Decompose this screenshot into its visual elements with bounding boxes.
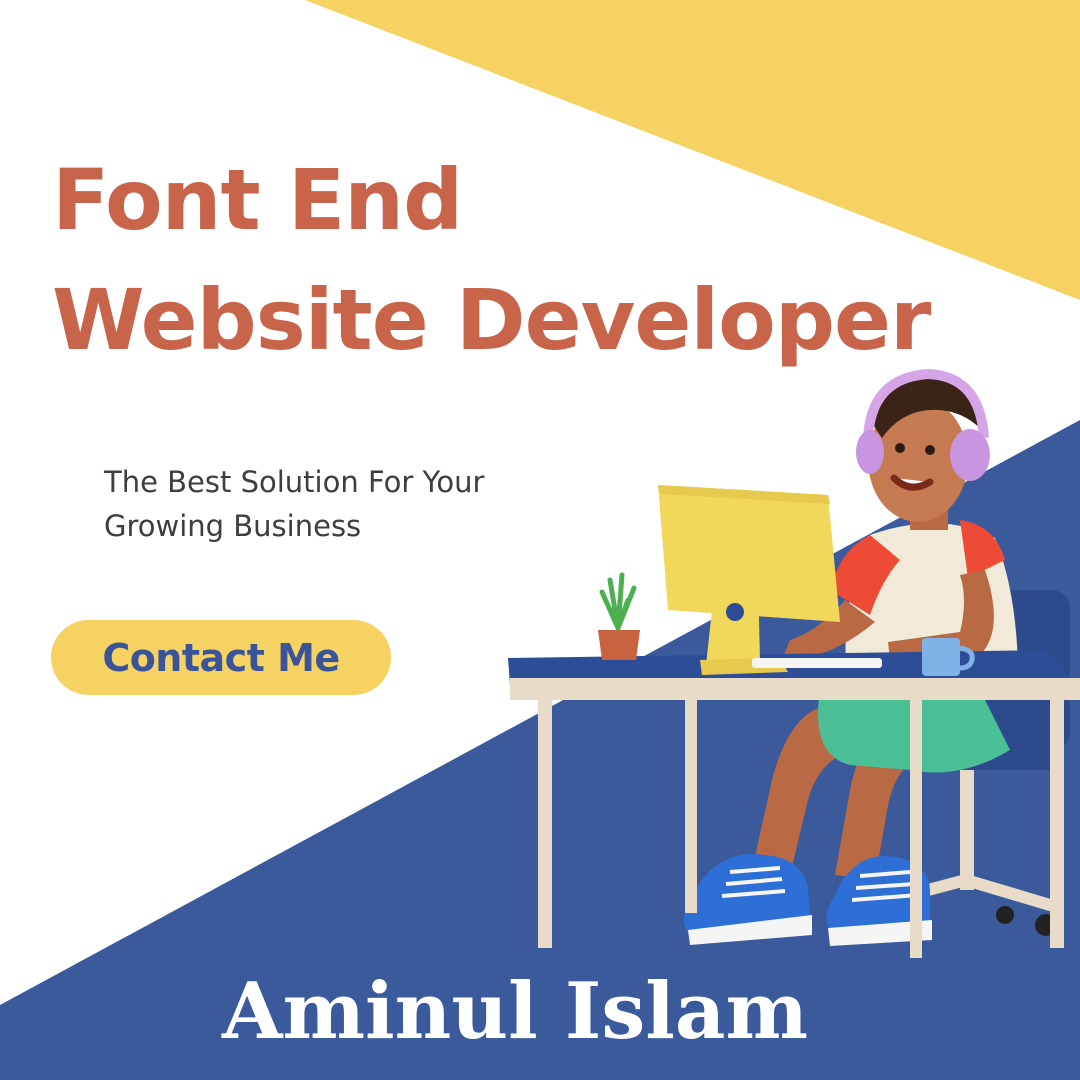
poster-canvas: Font End Website Developer The Best Solu… bbox=[0, 0, 1080, 1080]
person-head-icon bbox=[856, 368, 990, 530]
plant-icon bbox=[598, 572, 640, 660]
author-name: Aminul Islam bbox=[222, 966, 808, 1057]
developer-at-desk-icon bbox=[508, 368, 1080, 958]
page-title: Font End Website Developer bbox=[52, 140, 931, 380]
contact-me-button[interactable]: Contact Me bbox=[51, 620, 391, 695]
title-line-1: Font End bbox=[52, 151, 463, 249]
